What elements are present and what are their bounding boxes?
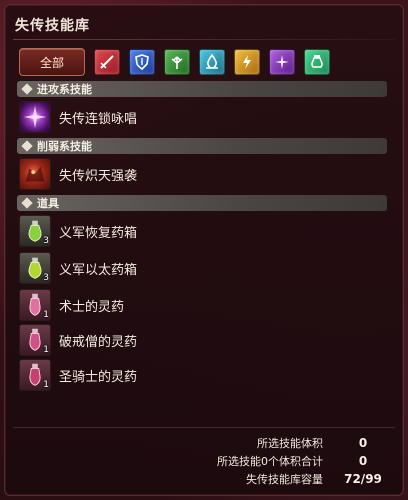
diamond-icon — [21, 197, 33, 209]
selected-volume-value: 0 — [358, 436, 368, 450]
capacity-row: 失传技能库容量 72/99 — [123, 471, 403, 487]
selected-total-value: 0 — [358, 454, 368, 468]
item-count: 3 — [43, 236, 49, 246]
section-label: 削弱系技能 — [37, 140, 92, 153]
item-count: 3 — [43, 273, 49, 283]
item-name: 圣骑士的灵药 — [59, 369, 138, 385]
list-item[interactable]: 3 义军以太药箱 — [19, 251, 137, 285]
capacity-label: 失传技能库容量 — [246, 473, 323, 486]
branch-arrow-icon[interactable] — [164, 49, 190, 75]
item-count: 1 — [43, 345, 49, 355]
tab-all[interactable]: 全部 — [19, 48, 85, 76]
list-item[interactable]: 3 义军恢复药箱 — [19, 214, 137, 248]
window-title: 失传技能库 — [15, 18, 90, 34]
green-potion-icon: 3 — [19, 215, 51, 247]
item-name: 术士的灵药 — [59, 299, 125, 315]
item-name: 失传连锁咏唱 — [59, 111, 138, 127]
selected-volume-label: 所选技能体积 — [257, 437, 323, 450]
green-ether-icon: 3 — [19, 252, 51, 284]
section-header-debuff[interactable]: 削弱系技能 — [17, 138, 387, 154]
section-header-attack[interactable]: 进攻系技能 — [17, 81, 387, 97]
title-divider — [13, 39, 395, 40]
list-item[interactable]: 失传炽天强袭 — [19, 157, 137, 191]
pink-elixir-icon: 1 — [19, 289, 51, 321]
selected-total-row: 所选技能0个体积合计 0 — [123, 453, 403, 469]
potion-bottle-icon[interactable] — [304, 49, 330, 75]
sparkle-cross-icon[interactable] — [269, 49, 295, 75]
item-name: 义军恢复药箱 — [59, 225, 138, 241]
list-item[interactable]: 1 破戒僧的灵药 — [19, 323, 137, 357]
list-item[interactable]: 失传连锁咏唱 — [19, 100, 137, 134]
list-item[interactable]: 1 圣骑士的灵药 — [19, 358, 137, 392]
purple-burst-icon — [19, 101, 51, 133]
footer-divider — [13, 427, 395, 428]
list-item[interactable]: 1 术士的灵药 — [19, 288, 124, 322]
sword-slash-icon[interactable] — [94, 49, 120, 75]
diamond-icon — [21, 83, 33, 95]
section-label: 进攻系技能 — [37, 83, 92, 96]
selected-total-label: 所选技能0个体积合计 — [217, 455, 323, 468]
section-header-items[interactable]: 道具 — [17, 195, 387, 211]
lost-skills-panel: 失传技能库 全部 进攻系技能 失传连锁咏唱 削弱系技能 失传炽天强袭 道具 3 … — [4, 4, 404, 496]
capacity-value: 72/99 — [344, 472, 382, 486]
section-label: 道具 — [37, 197, 59, 210]
pink-elixir-icon: 1 — [19, 359, 51, 391]
pink-elixir-icon: 1 — [19, 324, 51, 356]
selected-volume-row: 所选技能体积 0 — [123, 435, 403, 451]
red-beast-icon — [19, 158, 51, 190]
category-tabs: 全部 — [19, 47, 330, 77]
item-name: 破戒僧的灵药 — [59, 334, 138, 350]
water-drop-icon[interactable] — [199, 49, 225, 75]
item-name: 失传炽天强袭 — [59, 168, 138, 184]
shield-icon[interactable] — [129, 49, 155, 75]
lightning-icon[interactable] — [234, 49, 260, 75]
diamond-icon — [21, 140, 33, 152]
item-count: 1 — [43, 310, 49, 320]
item-count: 1 — [43, 380, 49, 390]
item-name: 义军以太药箱 — [59, 262, 138, 278]
